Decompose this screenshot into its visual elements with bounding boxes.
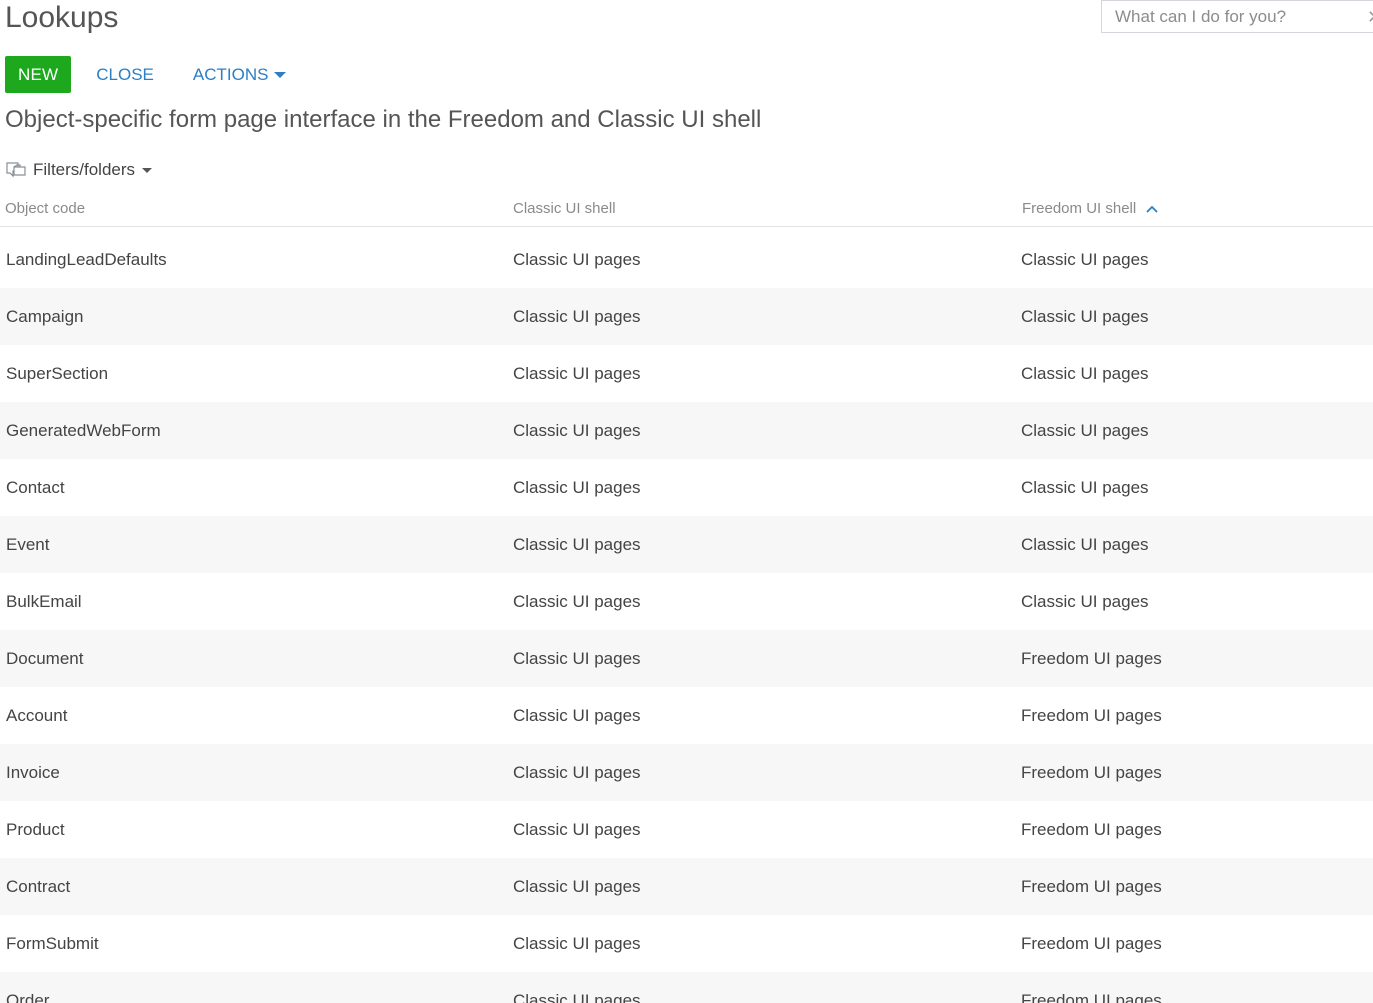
close-button-label: CLOSE [96,65,154,84]
table-row[interactable]: BulkEmail Classic UI pages Classic UI pa… [0,573,1373,630]
cell-classic-ui-shell: Classic UI pages [513,820,641,839]
cell-freedom-ui-shell: Classic UI pages [1021,307,1149,326]
table-row[interactable]: SuperSection Classic UI pages Classic UI… [0,345,1373,402]
column-header-label: Classic UI shell [513,199,616,217]
chevron-down-icon [274,72,287,78]
column-header-object-code[interactable]: Object code [5,191,85,226]
cell-freedom-ui-shell: Classic UI pages [1021,250,1149,269]
cell-freedom-ui-shell: Freedom UI pages [1021,877,1162,896]
cell-object-code: Contact [6,478,65,497]
chevron-down-icon [142,168,153,173]
cell-object-code: Contract [6,877,71,896]
table-row[interactable]: Order Classic UI pages Freedom UI pages [0,972,1373,1003]
cell-freedom-ui-shell: Classic UI pages [1021,478,1149,497]
filters-folders-toggle[interactable]: Filters/folders [5,158,153,182]
cell-freedom-ui-shell: Classic UI pages [1021,421,1149,440]
actions-button[interactable]: ACTIONS [193,56,287,93]
cell-freedom-ui-shell: Freedom UI pages [1021,934,1162,953]
table-row[interactable]: LandingLeadDefaults Classic UI pages Cla… [0,231,1373,288]
cell-freedom-ui-shell: Classic UI pages [1021,364,1149,383]
cell-freedom-ui-shell: Classic UI pages [1021,592,1149,611]
cell-object-code: FormSubmit [6,934,99,953]
table-row[interactable]: Campaign Classic UI pages Classic UI pag… [0,288,1373,345]
cell-classic-ui-shell: Classic UI pages [513,649,641,668]
cell-classic-ui-shell: Classic UI pages [513,934,641,953]
column-header-freedom-ui-shell[interactable]: Freedom UI shell [1022,191,1158,226]
cell-object-code: Document [6,649,84,668]
cell-freedom-ui-shell: Freedom UI pages [1021,991,1162,1003]
cell-object-code: BulkEmail [6,592,82,611]
column-header-label: Object code [5,199,86,217]
cell-freedom-ui-shell: Classic UI pages [1021,535,1149,554]
column-header-label: Freedom UI shell [1022,199,1137,217]
cell-classic-ui-shell: Classic UI pages [513,478,641,497]
table-row[interactable]: Event Classic UI pages Classic UI pages [0,516,1373,573]
cell-object-code: Order [6,991,50,1003]
cell-object-code: Product [6,820,65,839]
grid-header: Object code Classic UI shell Freedom UI … [0,191,1373,227]
cell-classic-ui-shell: Classic UI pages [513,535,641,554]
table-row[interactable]: Contract Classic UI pages Freedom UI pag… [0,858,1373,915]
cell-classic-ui-shell: Classic UI pages [513,307,641,326]
table-row[interactable]: Product Classic UI pages Freedom UI page… [0,801,1373,858]
grid-body: LandingLeadDefaults Classic UI pages Cla… [0,231,1373,1003]
cell-freedom-ui-shell: Freedom UI pages [1021,820,1162,839]
cell-classic-ui-shell: Classic UI pages [513,592,641,611]
command-input[interactable] [1102,1,1362,32]
table-row[interactable]: GeneratedWebForm Classic UI pages Classi… [0,402,1373,459]
filter-folder-icon [6,162,26,178]
table-row[interactable]: Contact Classic UI pages Classic UI page… [0,459,1373,516]
cell-classic-ui-shell: Classic UI pages [513,877,641,896]
cell-freedom-ui-shell: Freedom UI pages [1021,763,1162,782]
cell-object-code: Invoice [6,763,60,782]
clear-icon[interactable]: ✕ [1367,7,1373,27]
new-button[interactable]: NEW [5,56,72,93]
section-subtitle: Object-specific form page interface in t… [5,106,762,133]
cell-classic-ui-shell: Classic UI pages [513,421,641,440]
filters-folders-label: Filters/folders [33,160,136,179]
close-button[interactable]: CLOSE [96,56,154,93]
command-line[interactable]: ✕ [1101,0,1373,33]
cell-classic-ui-shell: Classic UI pages [513,706,641,725]
table-row[interactable]: FormSubmit Classic UI pages Freedom UI p… [0,915,1373,972]
page-title: Lookups [5,1,119,34]
table-row[interactable]: Invoice Classic UI pages Freedom UI page… [0,744,1373,801]
cell-classic-ui-shell: Classic UI pages [513,763,641,782]
sort-ascending-icon[interactable] [1146,205,1158,213]
toolbar: NEW CLOSE ACTIONS [5,56,287,93]
cell-object-code: Event [6,535,50,554]
cell-object-code: Campaign [6,307,84,326]
table-row[interactable]: Account Classic UI pages Freedom UI page… [0,687,1373,744]
column-header-classic-ui-shell[interactable]: Classic UI shell [513,191,616,226]
table-row[interactable]: Document Classic UI pages Freedom UI pag… [0,630,1373,687]
cell-freedom-ui-shell: Freedom UI pages [1021,649,1162,668]
cell-object-code: SuperSection [6,364,109,383]
cell-classic-ui-shell: Classic UI pages [513,250,641,269]
lookups-page: Lookups ✕ NEW CLOSE ACTIONS Object-speci… [0,0,1373,1003]
cell-classic-ui-shell: Classic UI pages [513,991,641,1003]
cell-classic-ui-shell: Classic UI pages [513,364,641,383]
cell-object-code: GeneratedWebForm [6,421,161,440]
cell-object-code: Account [6,706,68,725]
actions-button-label: ACTIONS [192,65,269,84]
cell-object-code: LandingLeadDefaults [6,250,167,269]
cell-freedom-ui-shell: Freedom UI pages [1021,706,1162,725]
